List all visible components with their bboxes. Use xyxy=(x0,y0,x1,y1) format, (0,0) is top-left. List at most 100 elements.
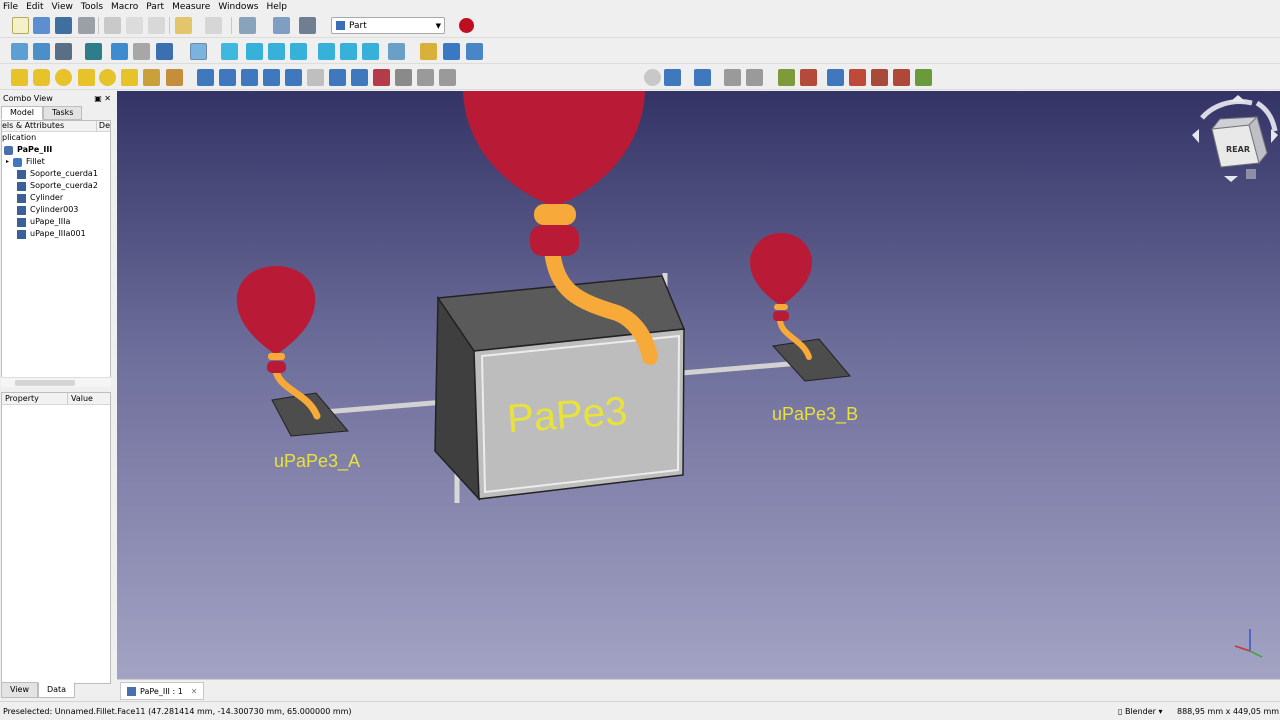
view-forward-icon[interactable] xyxy=(133,43,150,60)
measure-refresh-icon[interactable] xyxy=(827,69,844,86)
tree-item-cylinder[interactable]: Cylinder xyxy=(2,192,110,204)
document-tab[interactable]: PaPe_III : 1 ✕ xyxy=(120,682,205,700)
make-face-icon[interactable] xyxy=(307,69,324,86)
create-part-icon[interactable] xyxy=(420,43,437,60)
property-col-name[interactable]: Property xyxy=(2,393,68,404)
menu-file[interactable]: File xyxy=(3,2,18,12)
revolve-icon[interactable] xyxy=(219,69,236,86)
close-icon[interactable]: ✕ xyxy=(191,687,198,696)
tree-item-soporte-cuerda1[interactable]: Soporte_cuerda1 xyxy=(2,168,110,180)
nav-down-arrow-icon[interactable] xyxy=(1224,176,1238,182)
fit-selection-icon[interactable] xyxy=(33,43,50,60)
right-support-plate[interactable] xyxy=(771,338,851,382)
menu-windows[interactable]: Windows xyxy=(218,2,258,12)
measure-distance-icon[interactable] xyxy=(388,43,405,60)
create-group-icon[interactable] xyxy=(443,43,460,60)
toggle-delta-icon[interactable] xyxy=(915,69,932,86)
nav-up-arrow-icon[interactable] xyxy=(1230,95,1246,102)
view-front-icon[interactable] xyxy=(246,43,263,60)
chamfer-icon[interactable] xyxy=(285,69,302,86)
cone-icon[interactable] xyxy=(78,69,95,86)
draw-style-icon[interactable] xyxy=(55,43,72,60)
tree-item-upape-iiia001[interactable]: uPape_IIIa001 xyxy=(2,228,110,240)
fuse-icon[interactable] xyxy=(694,69,711,86)
copy-icon[interactable] xyxy=(126,17,143,34)
fillet-icon[interactable] xyxy=(263,69,280,86)
bounding-box-icon[interactable] xyxy=(85,43,102,60)
tree-horizontal-scrollbar[interactable] xyxy=(1,377,111,387)
menu-measure[interactable]: Measure xyxy=(172,2,210,12)
view-left-icon[interactable] xyxy=(362,43,379,60)
tube-icon[interactable] xyxy=(121,69,138,86)
menu-edit[interactable]: Edit xyxy=(26,2,43,12)
cut-boolean-icon[interactable] xyxy=(664,69,681,86)
scrollbar-thumb[interactable] xyxy=(15,380,75,386)
torus-icon[interactable] xyxy=(99,69,116,86)
tab-model[interactable]: Model xyxy=(1,106,44,120)
extrude-icon[interactable] xyxy=(197,69,214,86)
rotate-arc-icon[interactable] xyxy=(1200,99,1253,120)
save-icon[interactable] xyxy=(55,17,72,34)
primitives-icon[interactable] xyxy=(143,69,160,86)
menu-help[interactable]: Help xyxy=(267,2,288,12)
sweep-icon[interactable] xyxy=(373,69,390,86)
tab-tasks[interactable]: Tasks xyxy=(43,106,83,120)
loft-icon[interactable] xyxy=(351,69,368,86)
toggle-3d-icon[interactable] xyxy=(893,69,910,86)
3d-viewport[interactable]: PaPe3 uPaPe3_A uPaPe3_B REAR xyxy=(117,91,1280,679)
nav-right-arrow-icon[interactable] xyxy=(1271,129,1278,143)
boolean-icon[interactable] xyxy=(644,69,661,86)
recompute-icon[interactable] xyxy=(273,17,290,34)
tree-item-upape-iiia[interactable]: uPape_IIIa xyxy=(2,216,110,228)
navcube-menu-icon[interactable] xyxy=(1246,169,1256,179)
tab-view[interactable]: View xyxy=(1,682,38,698)
open-file-icon[interactable] xyxy=(33,17,50,34)
navigation-style-selector[interactable]: ▯ Blender ▾ xyxy=(1118,707,1163,716)
left-support-plate[interactable] xyxy=(271,392,350,437)
fit-all-icon[interactable] xyxy=(11,43,28,60)
redo-icon[interactable] xyxy=(205,17,222,34)
toggle-all-icon[interactable] xyxy=(871,69,888,86)
zoom-icon[interactable] xyxy=(190,43,207,60)
cylinder-icon[interactable] xyxy=(33,69,50,86)
view-top-icon[interactable] xyxy=(268,43,285,60)
tree-item-soporte-cuerda2[interactable]: Soporte_cuerda2 xyxy=(2,180,110,192)
tab-data[interactable]: Data xyxy=(37,682,76,698)
link-icon[interactable] xyxy=(466,43,483,60)
view-isometric-icon[interactable] xyxy=(221,43,238,60)
shape-builder-icon[interactable] xyxy=(166,69,183,86)
view-right-icon[interactable] xyxy=(290,43,307,60)
mirror-icon[interactable] xyxy=(241,69,258,86)
tree-document-row[interactable]: PaPe_III xyxy=(2,144,110,156)
nav-left-arrow-icon[interactable] xyxy=(1192,129,1199,143)
tree-item-fillet[interactable]: ▸ Fillet xyxy=(2,156,110,168)
cut-icon[interactable] xyxy=(104,17,121,34)
view-bottom-icon[interactable] xyxy=(340,43,357,60)
undo-icon[interactable] xyxy=(175,17,192,34)
refresh-check-icon[interactable] xyxy=(239,17,256,34)
offset-icon[interactable] xyxy=(439,69,456,86)
panel-float-close-icon[interactable]: ▣ ✕ xyxy=(94,94,111,103)
view-back-icon[interactable] xyxy=(111,43,128,60)
navigation-cube[interactable]: REAR xyxy=(1192,95,1278,182)
tree-col-description[interactable]: De xyxy=(97,121,110,131)
new-file-icon[interactable] xyxy=(12,17,29,34)
paste-icon[interactable] xyxy=(148,17,165,34)
menu-tools[interactable]: Tools xyxy=(81,2,103,12)
clear-all-icon[interactable] xyxy=(849,69,866,86)
measure-linear-icon[interactable] xyxy=(778,69,795,86)
measure-angular-icon[interactable] xyxy=(800,69,817,86)
whats-this-icon[interactable] xyxy=(299,17,316,34)
tree-item-cylinder003[interactable]: Cylinder003 xyxy=(2,204,110,216)
sphere-icon[interactable] xyxy=(55,69,72,86)
expand-arrow-icon[interactable]: ▸ xyxy=(6,156,9,168)
menu-part[interactable]: Part xyxy=(146,2,164,12)
macro-record-icon[interactable] xyxy=(459,18,474,33)
sync-view-icon[interactable] xyxy=(156,43,173,60)
menu-macro[interactable]: Macro xyxy=(111,2,138,12)
menu-view[interactable]: View xyxy=(52,2,73,12)
view-rear-icon[interactable] xyxy=(318,43,335,60)
tree-application-row[interactable]: plication xyxy=(2,132,110,144)
common-icon[interactable] xyxy=(724,69,741,86)
print-icon[interactable] xyxy=(78,17,95,34)
